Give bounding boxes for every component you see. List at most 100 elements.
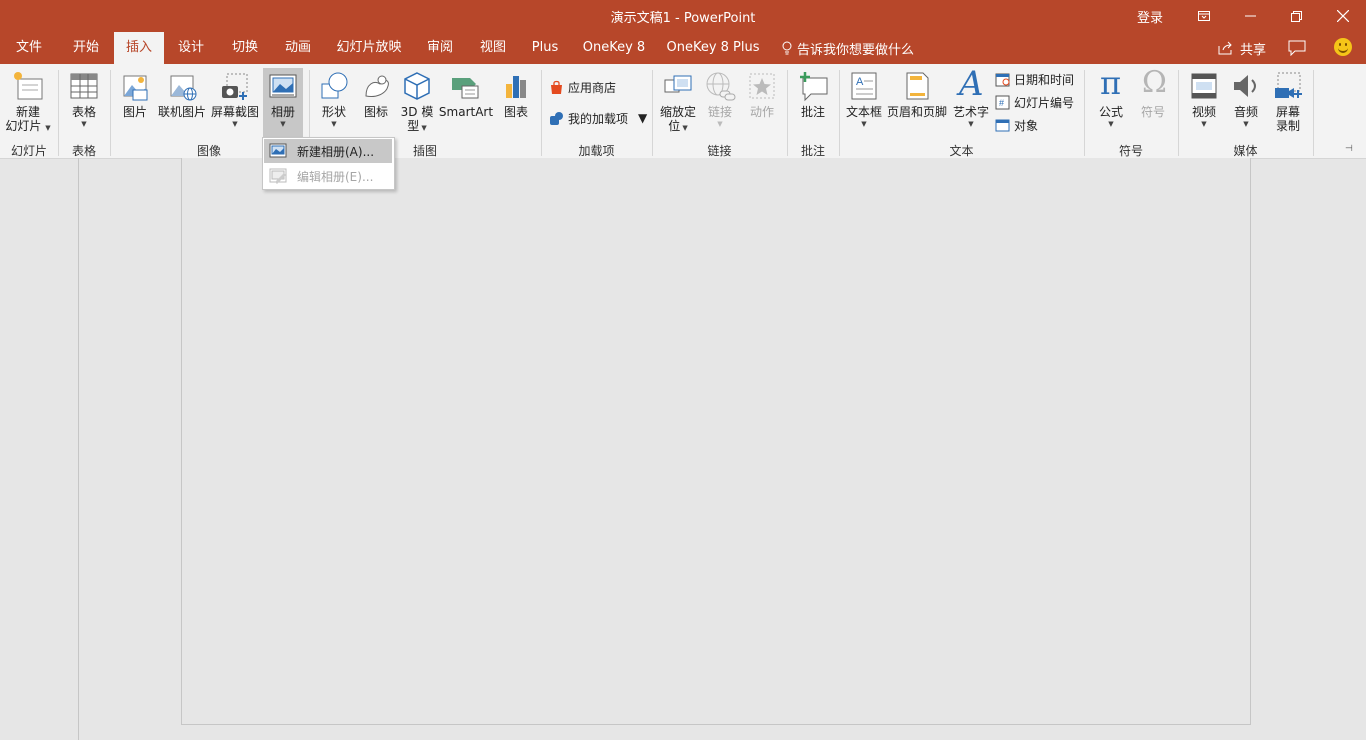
store-label: 应用商店 [568,80,617,95]
sign-in-link[interactable]: 登录 [1126,7,1174,26]
tab-onekey8-plus[interactable]: OneKey 8 Plus [664,32,762,64]
tab-view[interactable]: 视图 [470,32,516,64]
tell-me-search[interactable]: 告诉我你想要做什么 [782,32,914,64]
comments-button[interactable] [1288,32,1308,64]
header-footer-button[interactable]: 页眉和页脚 [885,64,949,119]
minimize-button[interactable] [1227,0,1273,32]
link-button[interactable]: 链接 ▼ [700,64,740,129]
smartart-button[interactable]: SmartArt [438,64,494,119]
new-slide-label-1: 新建 [15,105,40,119]
group-label-links: 链接 [707,144,732,158]
audio-button[interactable]: 音频 ▼ [1225,64,1267,129]
tab-slideshow[interactable]: 幻灯片放映 [333,32,405,64]
object-button[interactable]: 对象 [995,115,1038,135]
my-addins-button[interactable]: 我的加载项 ▼ [549,108,647,128]
action-label: 动作 [749,105,774,119]
tab-onekey8[interactable]: OneKey 8 [578,32,650,64]
icons-button[interactable]: 图标 [356,64,396,119]
store-bag-icon [551,80,562,94]
title-bar: 演示文稿1 - PowerPoint 登录 [0,0,1366,32]
group-label-comments: 批注 [800,144,825,158]
chevron-down-icon: ▼ [232,120,238,128]
action-button[interactable]: 动作 [742,64,782,119]
tab-insert[interactable]: 插入 [114,32,164,64]
tab-design[interactable]: 设计 [168,32,214,64]
pictures-button[interactable]: 图片 [114,64,156,119]
new-photo-album-menu-item[interactable]: 新建相册(A)... [264,139,392,163]
chart-label: 图表 [503,105,528,119]
bar-chart-icon [500,70,532,102]
zoom-label-1: 缩放定 [659,105,696,119]
edit-photo-album-menu-item[interactable]: 编辑相册(E)... [264,164,392,188]
textbox-button[interactable]: A 文本框 ▼ [843,64,885,129]
close-button[interactable] [1320,0,1366,32]
store-button[interactable]: 应用商店 [549,77,616,97]
zoom-button[interactable]: 缩放定 位 ▼ [656,64,700,133]
new-comment-label: 批注 [800,105,825,119]
share-icon [1218,41,1232,55]
screen-record-icon [1272,70,1304,102]
screen-recording-button[interactable]: 屏幕 录制 [1267,64,1309,133]
equation-button[interactable]: π 公式 ▼ [1090,64,1132,129]
date-time-button[interactable]: 日期和时间 [995,69,1074,89]
shapes-button[interactable]: 形状 ▼ [314,64,354,129]
header-footer-icon [901,70,933,102]
textbox-icon: A [848,70,880,102]
chart-button[interactable]: 图表 [496,64,536,119]
screenshot-label: 屏幕截图 [210,105,259,119]
group-label-media: 媒体 [1233,144,1258,158]
new-comment-button[interactable]: 批注 [792,64,834,119]
symbol-button[interactable]: Ω 符号 [1132,64,1174,119]
restore-button[interactable] [1273,0,1319,32]
icons-label: 图标 [363,105,388,119]
tab-animations[interactable]: 动画 [275,32,321,64]
equation-label: 公式 [1098,105,1123,119]
pi-icon: π [1095,64,1127,102]
tab-file[interactable]: 文件 [6,32,52,64]
video-button[interactable]: 视频 ▼ [1183,64,1225,129]
thumbnail-pane-divider[interactable] [78,158,79,740]
tab-home[interactable]: 开始 [62,32,110,64]
photo-album-label: 相册 [270,105,295,119]
table-button[interactable]: 表格 ▼ [62,64,106,129]
zoom-icon [662,70,694,102]
my-addins-label: 我的加载项 [568,111,629,126]
screen-recording-label-1: 屏幕 [1275,105,1300,119]
new-slide-button[interactable]: 新建 幻灯片 ▼ [2,64,54,133]
chevron-down-icon: ▼ [968,120,974,128]
screenshot-button[interactable]: 屏幕截图 ▼ [208,64,262,129]
pictures-label: 图片 [122,105,147,119]
new-album-icon [269,143,287,158]
chevron-down-icon: ▼ [419,124,427,132]
3d-models-button[interactable]: 3D 模 型 ▼ [398,64,436,133]
omega-glyph: Ω [1142,65,1167,100]
smartart-icon [450,70,482,102]
pi-glyph: π [1100,64,1122,102]
film-icon [1188,70,1220,102]
3d-models-label-1: 3D 模 [400,105,434,119]
collapse-ribbon-pin-icon[interactable]: ⊣ [1345,144,1353,154]
ribbon-display-options-button[interactable] [1181,0,1227,32]
tab-review[interactable]: 审阅 [417,32,463,64]
shapes-icon [318,70,350,102]
chevron-down-icon: ▼ [280,120,286,128]
chevron-down-icon: ▼ [861,120,867,128]
tab-plus[interactable]: Plus [524,32,566,64]
online-pictures-label: 联机图片 [157,105,206,119]
slide-canvas[interactable] [181,158,1251,725]
photo-album-icon [267,70,299,102]
new-slide-icon [12,70,44,102]
slide-number-icon: # [995,95,1010,109]
wordart-label: 艺术字 [952,105,989,119]
photo-album-button[interactable]: 相册 ▼ [263,68,303,138]
online-pictures-button[interactable]: 联机图片 [156,64,208,119]
addins-icon [550,111,563,125]
share-button[interactable]: 共享 [1218,32,1266,64]
group-divider [1313,70,1314,156]
feedback-smiley-icon[interactable] [1334,38,1352,56]
icons-icon [360,70,392,102]
slide-number-button[interactable]: # 幻灯片编号 [995,92,1074,112]
tab-transitions[interactable]: 切换 [222,32,268,64]
wordart-button[interactable]: A 艺术字 ▼ [950,64,992,129]
calendar-icon [995,73,1010,86]
